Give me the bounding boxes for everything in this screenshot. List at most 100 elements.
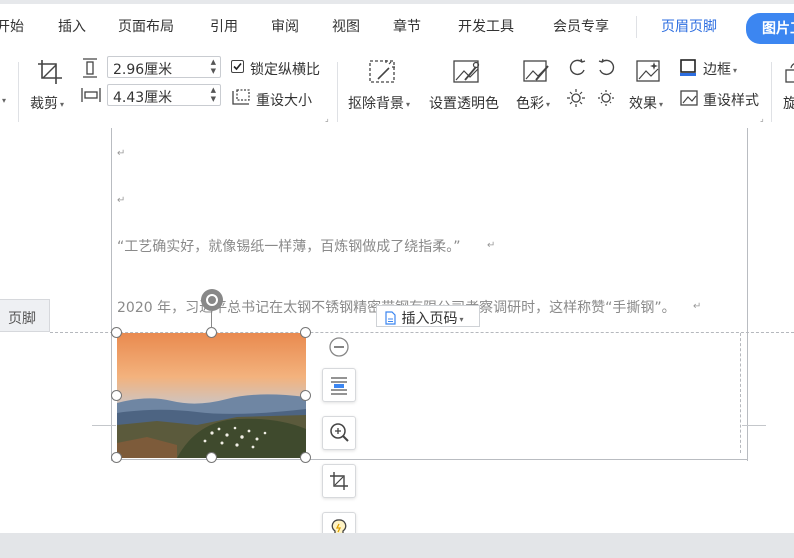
crop-picture-button[interactable] (322, 464, 356, 498)
selected-picture[interactable] (117, 333, 306, 458)
ribbon-tab-bar: 开始 插入 页面布局 引用 审阅 视图 章节 开发工具 会员专享 页眉页脚 图片… (0, 0, 794, 58)
spinner-arrows-icon[interactable]: ▲ ▼ (211, 86, 216, 104)
zoom-picture-button[interactable] (322, 416, 356, 450)
decrease-brightness-icon[interactable] (596, 88, 616, 108)
tab-header-footer[interactable]: 页眉页脚 (661, 16, 717, 36)
rotate-connector (211, 311, 212, 328)
checkmark-icon (233, 62, 242, 71)
height-icon (83, 58, 97, 78)
increase-brightness-icon[interactable] (566, 88, 586, 108)
tab-developer[interactable]: 开发工具 (458, 16, 514, 36)
color-label: 色彩 (516, 96, 544, 112)
rotate-icon[interactable] (783, 60, 794, 86)
insert-page-number-button[interactable]: 插入页码 ▾ (376, 305, 480, 327)
effects-button[interactable]: 效果 ▾ (629, 93, 663, 113)
paragraph-mark: ↵ (117, 148, 126, 159)
tab-view[interactable]: 视图 (332, 16, 360, 36)
tab-review[interactable]: 审阅 (271, 16, 299, 36)
effects-icon[interactable] (634, 58, 664, 86)
rotate-arrow-icon (206, 294, 218, 306)
reset-size-icon[interactable] (231, 88, 251, 106)
reset-style-button[interactable]: 重设样式 (703, 90, 759, 110)
remove-background-label: 抠除背景 (348, 96, 404, 112)
margin-tick (742, 425, 766, 426)
height-input[interactable]: 2.96厘米 ▲ ▼ (107, 56, 221, 78)
reset-size-button[interactable]: 重设大小 (256, 90, 312, 110)
picture-tools-ribbon: ▾ 裁剪 ▾ 2.96厘米 ▲ ▼ 4.43厘米 ▲ ▼ 锁定纵横比 重设大小 ⌟ (0, 56, 794, 129)
page-left-edge (111, 128, 112, 461)
chevron-down-icon: ▾ (459, 314, 464, 324)
border-icon[interactable] (679, 58, 697, 76)
text-wrap-icon (331, 377, 347, 395)
resize-handle-bottom[interactable] (206, 452, 217, 463)
margin-tick (92, 425, 116, 426)
tab-picture-tools[interactable]: 图片工 (746, 13, 794, 44)
chevron-down-icon: ▾ (733, 65, 738, 75)
color-icon[interactable] (521, 58, 551, 86)
chevron-down-icon: ▾ (546, 99, 551, 109)
resize-handle-bottom-left[interactable] (111, 452, 122, 463)
paragraph-mark: ↵ (693, 301, 702, 312)
border-button[interactable]: 边框 ▾ (703, 59, 737, 79)
tab-references[interactable]: 引用 (210, 16, 238, 36)
group-launcher-icon[interactable]: ⌟ (325, 114, 329, 123)
resize-handle-bottom-right[interactable] (300, 452, 311, 463)
width-value: 4.43厘米 (113, 90, 173, 106)
transparent-color-icon[interactable] (451, 58, 483, 86)
tab-member[interactable]: 会员专享 (553, 16, 609, 36)
tab-page-layout[interactable]: 页面布局 (118, 16, 174, 36)
document-quote[interactable]: “工艺确实好，就像锡纸一样薄，百炼钢做成了绕指柔。” (117, 236, 461, 256)
resize-handle-top-left[interactable] (111, 327, 122, 338)
group-divider (771, 62, 772, 122)
landscape-photo (117, 333, 306, 458)
status-bar-area (0, 533, 794, 558)
chevron-down-icon: ▾ (659, 99, 664, 109)
height-value: 2.96厘米 (113, 62, 173, 78)
remove-background-icon[interactable] (367, 58, 399, 86)
spinner-arrows-icon[interactable]: ▲ ▼ (211, 58, 216, 76)
crop-label: 裁剪 (30, 96, 58, 112)
set-transparent-color-button[interactable]: 设置透明色 (429, 93, 499, 113)
crop-icon (330, 472, 348, 490)
width-input[interactable]: 4.43厘米 ▲ ▼ (107, 84, 221, 106)
page-number-icon (385, 311, 396, 325)
lock-aspect-checkbox[interactable] (231, 60, 244, 73)
resize-handle-right[interactable] (300, 390, 311, 401)
footer-boundary-right (740, 333, 741, 453)
rotate-button[interactable]: 旋 (783, 93, 794, 113)
footer-tag[interactable]: 页脚 (0, 299, 50, 332)
tab-sections[interactable]: 章节 (393, 16, 421, 36)
reset-style-icon[interactable] (679, 88, 699, 108)
decrease-contrast-icon[interactable] (597, 58, 617, 78)
layout-options-button[interactable] (322, 368, 356, 402)
collapse-toolbar-icon[interactable] (328, 336, 350, 358)
group-divider (337, 62, 338, 122)
resize-handle-top-right[interactable] (300, 327, 311, 338)
group-launcher-icon[interactable]: ⌟ (760, 114, 764, 123)
increase-contrast-icon[interactable] (567, 58, 587, 78)
resize-handle-top[interactable] (206, 327, 217, 338)
lock-aspect-label: 锁定纵横比 (250, 62, 320, 78)
chevron-down-icon: ▾ (406, 99, 411, 109)
paragraph-mark: ↵ (117, 195, 126, 206)
chevron-down-icon[interactable]: ▾ (2, 96, 6, 105)
rotate-handle[interactable] (201, 289, 223, 311)
effects-label: 效果 (629, 96, 657, 112)
document-canvas: ↵ ↵ “工艺确实好，就像锡纸一样薄，百炼钢做成了绕指柔。” ↵ 2020 年，… (0, 128, 794, 546)
resize-handle-left[interactable] (111, 390, 122, 401)
page-right-edge-lower (747, 333, 748, 460)
crop-button[interactable]: 裁剪 ▾ (30, 93, 64, 113)
chevron-down-icon: ▾ (60, 99, 65, 109)
group-divider (18, 62, 19, 122)
remove-background-button[interactable]: 抠除背景 ▾ (348, 93, 410, 113)
tab-home[interactable]: 开始 (0, 16, 24, 36)
border-label: 边框 (703, 62, 731, 78)
paragraph-mark: ↵ (487, 240, 496, 251)
insert-page-number-label: 插入页码 (401, 311, 458, 327)
crop-icon[interactable] (36, 58, 64, 86)
color-button[interactable]: 色彩 ▾ (516, 93, 550, 113)
tab-insert[interactable]: 插入 (58, 16, 86, 36)
width-icon (81, 88, 101, 102)
zoom-in-icon (330, 423, 349, 442)
tab-divider (636, 16, 637, 38)
